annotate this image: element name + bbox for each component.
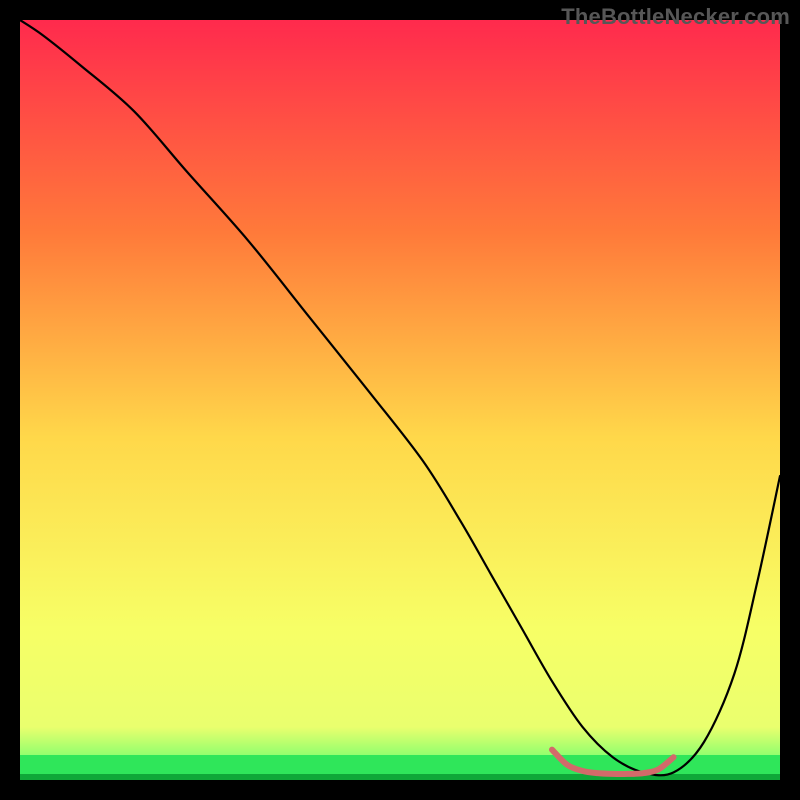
- chart-frame: TheBottleNecker.com: [0, 0, 800, 800]
- chart-svg: [20, 20, 780, 780]
- gradient-background: [20, 20, 780, 780]
- plot-area: [20, 20, 780, 780]
- watermark-text: TheBottleNecker.com: [561, 4, 790, 30]
